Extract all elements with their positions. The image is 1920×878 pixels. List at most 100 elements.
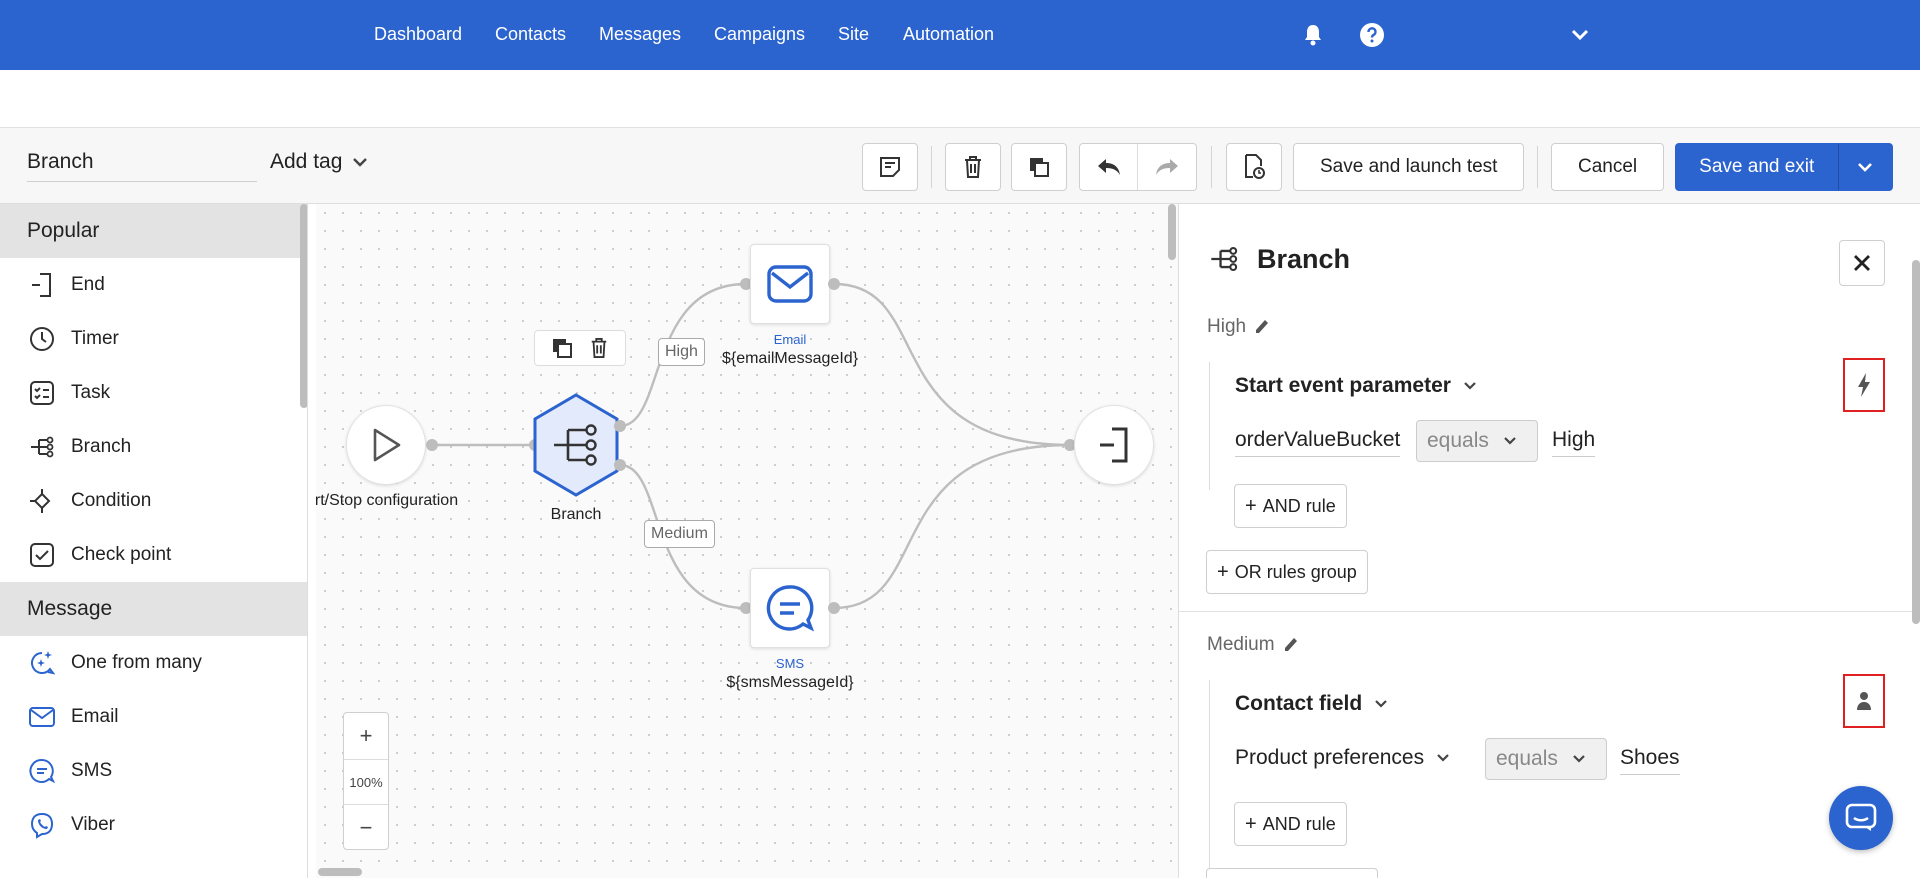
palette-item-label: Task [71,382,111,403]
version-history-button[interactable] [1226,143,1282,191]
add-and-rule-button[interactable]: + AND rule [1234,802,1347,846]
pencil-icon[interactable] [1254,318,1270,336]
pencil-icon[interactable] [1283,636,1299,654]
task-icon [27,378,57,408]
play-icon [373,428,401,462]
rule-operator-select[interactable]: equals [1485,738,1607,780]
palette-scrollbar[interactable] [300,204,307,408]
sms-node-type: SMS [775,656,805,671]
lightning-icon [1858,373,1870,397]
rule-field-select[interactable]: Product preferences [1235,746,1450,774]
rule-value-input[interactable]: High [1552,428,1596,457]
nav-dashboard[interactable]: Dashboard [374,24,462,45]
palette-item-viber[interactable]: Viber [0,798,307,852]
group-divider [1179,611,1920,612]
palette-item-task[interactable]: Task [0,366,307,420]
nav-site[interactable]: Site [838,24,869,45]
palette-item-sms[interactable]: SMS [0,744,307,798]
branch-group-name[interactable]: Medium [1207,634,1299,656]
person-icon [1857,692,1871,710]
group-rule-line [1209,362,1210,490]
plus-icon: + [1245,812,1257,835]
connector-port[interactable] [828,602,840,614]
rule-field-input[interactable]: orderValueBucket [1235,428,1401,457]
zoom-in-button[interactable]: + [344,713,388,759]
sms-node-label: ${smsMessageId} [726,674,854,691]
edge-label-high[interactable]: High [658,338,705,366]
delete-button[interactable] [945,143,1001,191]
bell-icon[interactable] [1298,20,1328,50]
add-or-rules-group-button[interactable] [1206,868,1378,878]
copy-icon[interactable] [551,337,573,359]
zoom-out-button[interactable]: − [344,805,388,851]
condition-icon [27,486,57,516]
palette-section-message: Message [0,582,307,636]
redo-button[interactable] [1138,144,1196,190]
add-tag-dropdown[interactable]: Add tag [270,150,368,174]
contact-source-button[interactable] [1843,674,1885,728]
palette-item-branch[interactable]: Branch [0,420,307,474]
help-icon[interactable] [1357,20,1387,50]
save-and-exit-button[interactable]: Save and exit [1676,144,1839,190]
toolbar-divider [931,146,932,188]
save-options-button[interactable] [1839,144,1893,190]
trash-icon[interactable] [589,337,609,359]
flow-canvas[interactable]: art/Stop configuration Branch High Mediu… [316,204,1178,878]
palette-item-check-point[interactable]: Check point [0,528,307,582]
support-chat-button[interactable] [1829,786,1893,850]
canvas-vertical-scrollbar[interactable] [1168,204,1176,260]
panel-scrollbar[interactable] [1912,260,1920,624]
nav-automation[interactable]: Automation [903,24,994,45]
rule-source-label: Start event parameter [1235,374,1451,397]
palette-item-label: End [71,274,105,295]
group-rule-line [1209,680,1210,878]
palette-item-label: Timer [71,328,119,349]
notes-button[interactable] [862,143,918,191]
email-icon [767,265,813,303]
edge-label-medium[interactable]: Medium [644,520,715,548]
zoom-level: 100% [344,759,388,805]
sms-node[interactable] [750,568,830,648]
sparkle-message-icon [27,648,57,678]
cancel-button[interactable]: Cancel [1551,143,1665,191]
connector-port[interactable] [614,459,626,471]
palette-section-popular: Popular [0,204,307,258]
branch-icon [1209,244,1239,279]
flow-name-input[interactable]: Branch [27,150,257,182]
rule-source-dropdown[interactable]: Contact field [1235,692,1388,716]
event-source-button[interactable] [1843,358,1885,412]
end-node[interactable] [1074,405,1154,485]
rule-value-input[interactable]: Shoes [1620,746,1680,775]
palette-item-email[interactable]: Email [0,690,307,744]
account-chevron-down-icon[interactable] [1565,20,1595,50]
nav-messages[interactable]: Messages [599,24,681,45]
start-node[interactable] [346,405,426,485]
branch-node[interactable] [532,392,620,498]
palette-item-label: Check point [71,544,172,565]
palette-item-condition[interactable]: Condition [0,474,307,528]
palette-item-end[interactable]: End [0,258,307,312]
palette-item-timer[interactable]: Timer [0,312,307,366]
add-or-rules-group-button[interactable]: + OR rules group [1206,550,1368,594]
undo-button[interactable] [1080,144,1138,190]
close-icon [1854,255,1870,271]
rule-operator-select[interactable]: equals [1416,420,1538,462]
palette-item-label: Branch [71,436,132,457]
email-node[interactable] [750,244,830,324]
close-panel-button[interactable] [1839,240,1885,286]
flow-edges [430,282,1071,610]
connector-port[interactable] [614,420,626,432]
add-and-rule-button[interactable]: + AND rule [1234,484,1347,528]
nav-campaigns[interactable]: Campaigns [714,24,805,45]
branch-group-name[interactable]: High [1207,316,1270,338]
rule-source-dropdown[interactable]: Start event parameter [1235,374,1477,398]
save-and-launch-test-button[interactable]: Save and launch test [1293,143,1525,191]
chevron-down-icon [1375,700,1387,708]
operator-label: equals [1496,747,1558,770]
nav-contacts[interactable]: Contacts [495,24,566,45]
copy-button[interactable] [1011,143,1067,191]
connector-port[interactable] [426,439,438,451]
canvas-horizontal-scrollbar[interactable] [318,868,362,876]
palette-item-one-from-many[interactable]: One from many [0,636,307,690]
connector-port[interactable] [828,278,840,290]
